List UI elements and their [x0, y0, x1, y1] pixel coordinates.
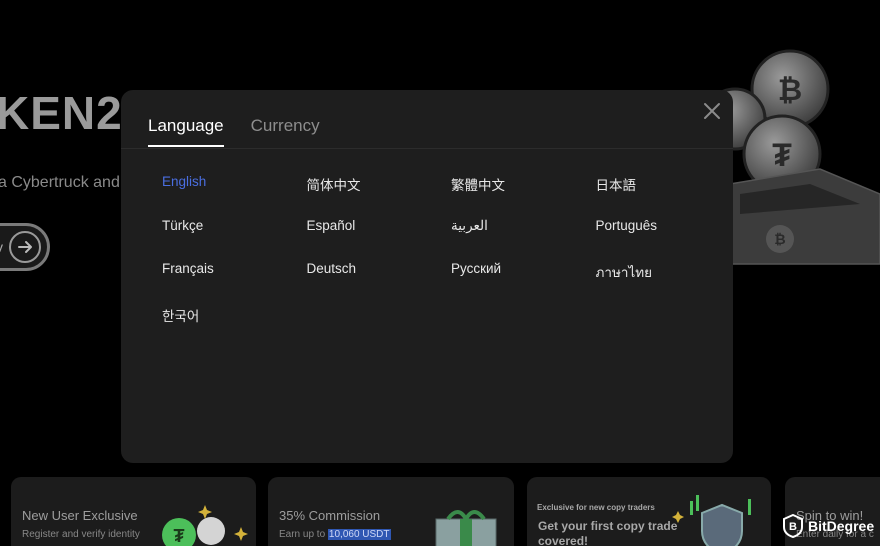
coin-illustration-icon: ₮: [162, 505, 248, 546]
language-option-portuguese[interactable]: Português: [596, 218, 741, 262]
language-option-english[interactable]: English: [162, 174, 307, 218]
svg-text:₿: ₿: [778, 74, 802, 107]
hero-cta-label: v: [0, 239, 3, 255]
hero-cta-button[interactable]: v: [0, 223, 50, 271]
arrow-right-icon: [9, 231, 41, 263]
promo-card-title: 35% Commission: [279, 508, 381, 523]
svg-text:B: B: [789, 521, 797, 533]
watermark: B BitDegree: [782, 514, 874, 538]
promo-card-new-user[interactable]: New User Exclusive Register and verify i…: [11, 477, 256, 546]
language-grid: English 简体中文 繁體中文 日本語 Türkçe Español الع…: [162, 174, 740, 349]
language-option-spanish[interactable]: Español: [307, 218, 452, 262]
language-option-russian[interactable]: Русский: [451, 261, 596, 305]
tabs-divider: [121, 148, 733, 149]
watermark-text: BitDegree: [808, 518, 875, 534]
promo-card-subtitle: Register and verify identity: [22, 529, 140, 540]
commission-amount: 10,060 USDT: [327, 529, 391, 540]
promo-card-eyebrow: Exclusive for new copy traders: [537, 503, 655, 512]
promo-card-copy-trading[interactable]: Exclusive for new copy traders Get your …: [527, 477, 771, 546]
language-currency-modal: Language Currency English 简体中文 繁體中文 日本語 …: [121, 90, 733, 463]
language-option-thai[interactable]: ภาษาไทย: [596, 261, 741, 305]
close-icon[interactable]: [701, 100, 723, 122]
tab-currency[interactable]: Currency: [251, 116, 320, 147]
language-option-simplified-chinese[interactable]: 简体中文: [307, 174, 452, 218]
language-option-french[interactable]: Français: [162, 261, 307, 305]
shield-chart-icon: [672, 495, 751, 546]
svg-text:₮: ₮: [174, 526, 185, 546]
bitdegree-logo-icon: B: [783, 514, 803, 538]
language-option-german[interactable]: Deutsch: [307, 261, 452, 305]
promo-card-subtitle-text: Earn up to: [279, 529, 328, 540]
svg-text:₮: ₮: [772, 137, 792, 173]
gift-box-icon: [435, 510, 497, 546]
promo-card-subtitle: Earn up to 10,060 USDT: [279, 529, 391, 540]
language-option-arabic[interactable]: العربية: [451, 218, 596, 262]
tab-language[interactable]: Language: [148, 116, 224, 147]
hero-subtitle: a Cybertruck and: [0, 174, 120, 191]
language-option-turkish[interactable]: Türkçe: [162, 218, 307, 262]
promo-card-title: Get your first copy trade covered!: [538, 519, 678, 546]
language-option-traditional-chinese[interactable]: 繁體中文: [451, 174, 596, 218]
modal-tabs: Language Currency: [148, 116, 320, 147]
promo-card-commission[interactable]: 35% Commission Earn up to 10,060 USDT: [268, 477, 514, 546]
language-option-korean[interactable]: 한국어: [162, 305, 307, 349]
language-option-japanese[interactable]: 日本語: [596, 174, 741, 218]
svg-text:₿: ₿: [774, 231, 785, 247]
promo-card-title: New User Exclusive: [22, 508, 138, 523]
